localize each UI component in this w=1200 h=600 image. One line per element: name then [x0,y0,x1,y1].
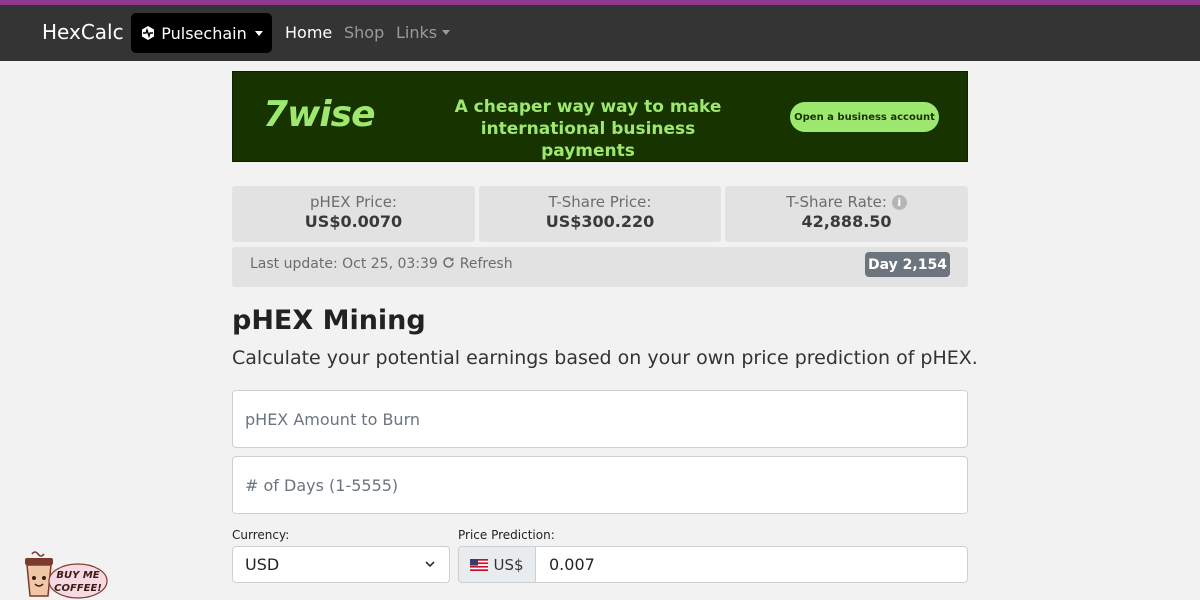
banner-text: A cheaper way way to make international … [454,97,722,161]
coffee-text-line1: BUY ME [56,570,99,581]
nav-links-dropdown[interactable]: Links [396,23,451,42]
price-prediction-input[interactable] [535,546,968,583]
brand-logo[interactable]: HexCalc [42,20,124,44]
chevron-down-icon [425,561,435,568]
price-prefix-text: US$ [493,555,524,574]
coffee-cup-icon: BUY ME COFFEE! [25,551,108,599]
nav-home[interactable]: Home [285,23,332,42]
stat-value: US$300.220 [545,212,655,231]
stat-value: US$0.0070 [304,212,403,231]
coffee-text-line2: COFFEE! [54,583,102,594]
day-badge: Day 2,154 [865,252,950,277]
page-title: pHEX Mining [232,305,426,336]
price-prediction-label: Price Prediction: [458,528,555,542]
refresh-label: Refresh [459,256,513,272]
banner-cta-button[interactable]: Open a business account [790,102,939,132]
chevron-down-icon [254,30,263,36]
page-subtitle: Calculate your potential earnings based … [232,347,978,369]
info-icon[interactable]: i [891,195,907,210]
pulsechain-icon [142,26,155,40]
navbar: HexCalc Pulsechain Home Shop Links [0,5,1200,61]
chevron-down-icon [442,30,451,35]
refresh-icon [443,257,454,268]
currency-select[interactable]: USD [232,546,450,583]
currency-label: Currency: [232,528,290,542]
update-bar: Last update: Oct 25, 03:39 Refresh Day 2… [232,247,968,287]
ad-banner[interactable]: 7wise A cheaper way way to make internat… [232,71,968,162]
stat-label: T-Share Rate: i [725,193,968,211]
stat-phex-price: pHEX Price: US$0.0070 [232,186,475,242]
wise-logo: 7wise [263,94,375,135]
refresh-button[interactable]: Refresh [442,256,513,272]
stat-label: pHEX Price: [310,193,397,211]
chain-dropdown-button[interactable]: Pulsechain [131,13,272,53]
chain-dropdown-label: Pulsechain [161,23,247,43]
stat-value: 42,888.50 [801,212,892,231]
phex-amount-input[interactable] [232,390,968,448]
buy-me-coffee-button[interactable]: BUY ME COFFEE! [22,548,108,600]
stat-label-text: T-Share Rate: [786,193,887,211]
nav-links-label: Links [396,23,438,42]
stat-label: T-Share Price: [548,193,652,211]
price-prefix-addon: US$ [458,546,536,583]
last-update-text: Last update: Oct 25, 03:39 [250,256,438,272]
nav-shop[interactable]: Shop [344,23,384,42]
days-input[interactable] [232,456,968,514]
currency-select-value: USD [245,555,280,574]
stat-tshare-price: T-Share Price: US$300.220 [479,186,721,242]
us-flag-icon [470,558,489,571]
last-update: Last update: Oct 25, 03:39 Refresh [250,256,513,272]
stat-tshare-rate: T-Share Rate: i 42,888.50 [725,186,968,242]
